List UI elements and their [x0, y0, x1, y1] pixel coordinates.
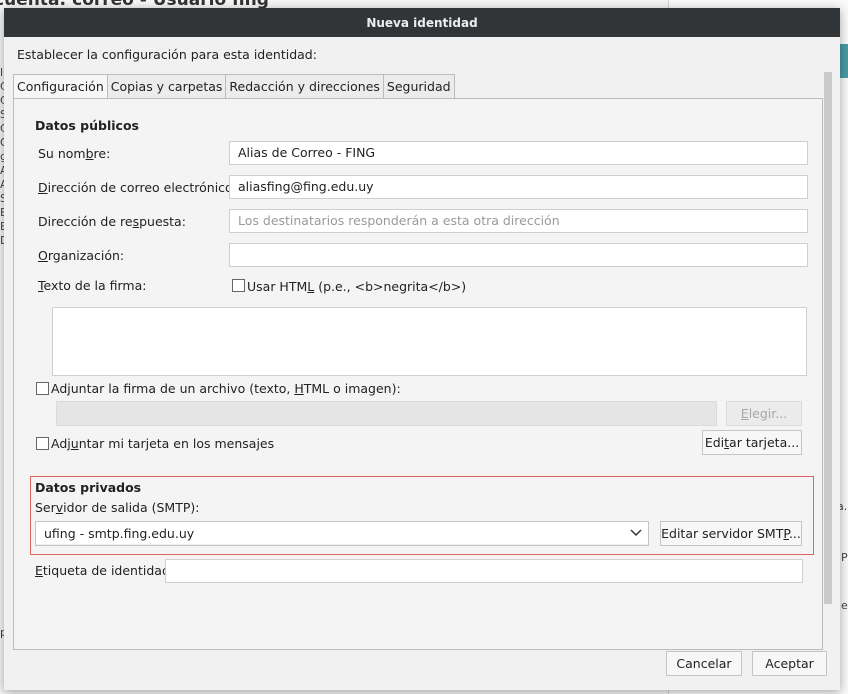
- name-input[interactable]: Alias de Correo - FING: [229, 141, 808, 165]
- new-identity-dialog: Nueva identidad Establecer la configurac…: [4, 8, 840, 690]
- reply-to-input[interactable]: Los destinatarios responderán a esta otr…: [229, 209, 808, 233]
- background-fragment: l: [0, 66, 4, 79]
- intro-text: Establecer la configuración para esta id…: [17, 47, 317, 62]
- edit-smtp-button[interactable]: Editar servidor SMTP...: [660, 521, 802, 546]
- signature-textarea[interactable]: [52, 307, 807, 376]
- attach-signature-label[interactable]: Adjuntar la firma de un archivo (texto, …: [51, 381, 401, 396]
- public-data-heading: Datos públicos: [35, 118, 139, 133]
- smtp-label: Servidor de salida (SMTP):: [35, 500, 200, 515]
- background-accent-bar: [840, 44, 848, 78]
- dialog-titlebar: Nueva identidad: [4, 8, 840, 37]
- tab-redaccion-direcciones[interactable]: Redacción y direcciones: [225, 74, 384, 99]
- cancel-button[interactable]: Cancelar: [666, 651, 742, 676]
- tab-bar: Configuración Copias y carpetas Redacció…: [13, 74, 455, 100]
- organization-input[interactable]: [229, 243, 808, 267]
- attach-vcard-checkbox[interactable]: [36, 437, 49, 450]
- reply-to-label: Dirección de respuesta:: [38, 214, 186, 229]
- tab-copias-carpetas[interactable]: Copias y carpetas: [106, 74, 227, 99]
- choose-file-button[interactable]: Elegir...: [726, 401, 802, 426]
- dialog-title: Nueva identidad: [366, 15, 478, 30]
- chevron-down-icon: [630, 529, 642, 537]
- private-data-heading: Datos privados: [35, 480, 142, 495]
- email-label: Dirección de correo electrónico:: [38, 180, 237, 195]
- organization-label: Organización:: [38, 248, 125, 263]
- attach-vcard-label[interactable]: Adjuntar mi tarjeta en los mensajes: [51, 436, 274, 451]
- use-html-label[interactable]: Usar HTML (p.e., <b>negrita</b>): [247, 279, 466, 294]
- signature-file-path: [56, 401, 717, 426]
- background-fragment: e: [841, 599, 848, 612]
- use-html-checkbox[interactable]: [232, 279, 245, 292]
- email-input[interactable]: aliasfing@fing.edu.uy: [229, 175, 808, 199]
- identity-label-input[interactable]: [165, 559, 803, 583]
- name-label: Su nombre:: [38, 146, 111, 161]
- signature-label: Texto de la firma:: [38, 278, 147, 293]
- identity-label: Etiqueta de identidad:: [35, 563, 175, 578]
- scrollbar[interactable]: [824, 72, 832, 604]
- accept-button[interactable]: Aceptar: [752, 651, 827, 676]
- background-fragment: P: [841, 551, 848, 564]
- smtp-selected-value: ufing - smtp.fing.edu.uy: [44, 526, 195, 541]
- smtp-server-select[interactable]: ufing - smtp.fing.edu.uy: [35, 521, 649, 546]
- attach-signature-checkbox[interactable]: [36, 382, 49, 395]
- tab-configuracion[interactable]: Configuración: [13, 74, 108, 100]
- edit-card-button[interactable]: Editar tarjeta...: [702, 430, 802, 455]
- tab-seguridad[interactable]: Seguridad: [382, 74, 455, 99]
